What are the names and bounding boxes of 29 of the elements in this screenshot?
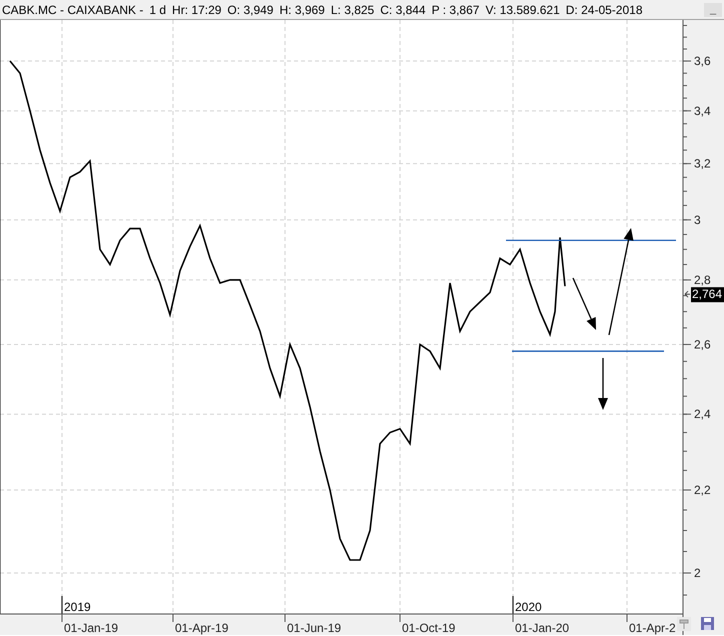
axis-tick-label: 3 xyxy=(694,212,701,227)
minimize-button[interactable]: _ xyxy=(704,2,722,16)
quote-field: O: 3,949 xyxy=(227,0,274,18)
year-label: 2020 xyxy=(515,600,542,614)
quote-field: P : 3,867 xyxy=(432,0,480,18)
axis-tick-label: 2,8 xyxy=(694,272,711,287)
year-label: 2019 xyxy=(64,600,91,614)
axis-tick-label: 01-Oct-19 xyxy=(402,621,456,635)
quote-field: L: 3,825 xyxy=(330,0,374,18)
axis-tick-label: 2,6 xyxy=(694,337,711,352)
quote-field: C: 3,844 xyxy=(380,0,426,18)
quote-field: D: 24-05-2018 xyxy=(566,0,642,18)
axis-tick-label: 2,4 xyxy=(694,407,711,422)
quote-field: Hr: 17:29 xyxy=(172,0,222,18)
axis-tick-label: 2,2 xyxy=(694,482,711,497)
axis-tick-label: 01-Jan-20 xyxy=(515,621,570,635)
interval-label: 1 d xyxy=(149,2,166,18)
symbol-title: CABK.MC - CAIXABANK - xyxy=(2,2,144,18)
axis-tick-label: 01-Apr-19 xyxy=(175,621,228,635)
axis-tick-label: 01-Jan-19 xyxy=(64,621,118,635)
axis-tick-label: 2 xyxy=(694,566,701,580)
axis-tick-label: 01-Apr-2 xyxy=(629,621,676,635)
axis-tick-label: 3,6 xyxy=(694,54,711,68)
price-tag: 2,764 xyxy=(691,287,724,302)
axis-tick-label: 3,2 xyxy=(694,156,711,171)
axis-tick-label: 01-Jun-19 xyxy=(287,621,342,635)
axis-tick-label: 3,4 xyxy=(694,104,711,118)
quote-field: V: 13.589.621 xyxy=(485,0,560,18)
quote-field: H: 3,969 xyxy=(279,0,325,18)
